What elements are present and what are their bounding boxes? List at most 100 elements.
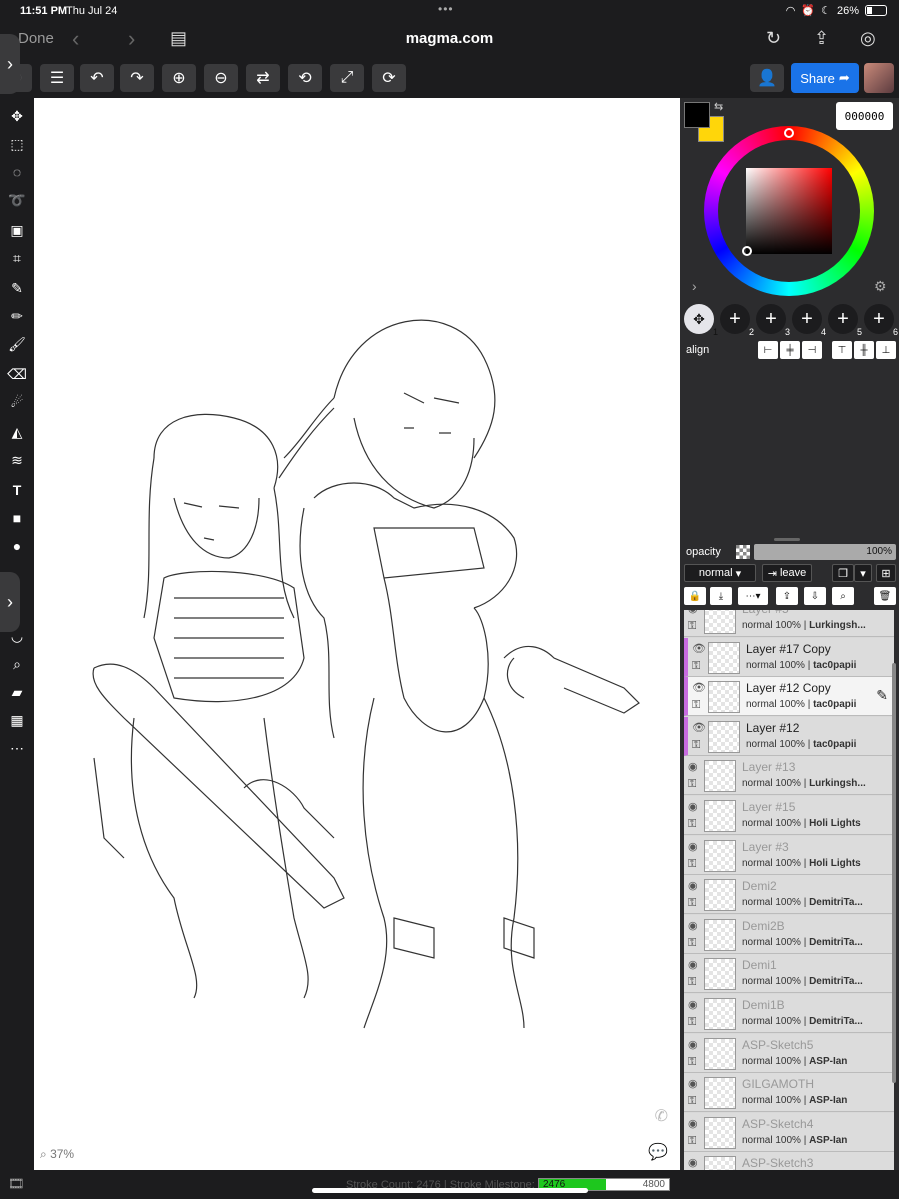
saturation-value-square[interactable]: [746, 168, 832, 254]
redo-icon[interactable]: ↷: [120, 64, 154, 92]
search-layers-icon[interactable]: ⌕: [832, 587, 854, 605]
sv-handle[interactable]: [742, 246, 752, 256]
transparency-lock-icon[interactable]: [736, 545, 750, 559]
align-center-icon[interactable]: ╪: [780, 341, 800, 359]
chat-bubble-icon[interactable]: 💬: [648, 1142, 668, 1162]
rect-select-icon[interactable]: ⬚: [4, 132, 30, 156]
align-right-icon[interactable]: ⊣: [802, 341, 822, 359]
multitask-dots-icon[interactable]: •••: [438, 2, 454, 16]
eye-icon[interactable]: 👁: [692, 721, 706, 734]
zoom-in-icon[interactable]: ⊕: [162, 64, 196, 92]
add-user-icon[interactable]: 👤: [750, 64, 784, 92]
duplicate-layer-icon[interactable]: ❐: [832, 564, 854, 582]
layer-list-scrollbar[interactable]: [892, 663, 896, 1083]
hue-handle[interactable]: [784, 128, 794, 138]
layer-row[interactable]: ◉ ⚿ Demi2B normal 100% | DemitriTa...: [684, 914, 894, 954]
pointer-slot-2[interactable]: +2: [720, 304, 754, 337]
smudge-icon[interactable]: ☄: [4, 390, 30, 414]
rotate-icon[interactable]: ⟲: [288, 64, 322, 92]
layer-lock-icon[interactable]: ⚿: [692, 699, 700, 712]
undo-icon[interactable]: ↶: [80, 64, 114, 92]
layer-row[interactable]: ◉ ⚿ Layer #3 normal 100% | Holi Lights: [684, 835, 894, 875]
layer-row[interactable]: ◉ ⚿ Layer #15 normal 100% | Holi Lights: [684, 796, 894, 835]
layer-lock-icon[interactable]: ⚿: [688, 778, 696, 791]
more-tools-icon[interactable]: ⋯: [4, 736, 30, 760]
layer-row[interactable]: ◉ ⚿ ASP-Sketch5 normal 100% | ASP-Ian: [684, 1033, 894, 1073]
zoom-out-icon[interactable]: ⊖: [204, 64, 238, 92]
move-tool-icon[interactable]: ✥: [4, 104, 30, 128]
eye-hidden-icon[interactable]: ◉: [688, 760, 698, 773]
perspective-icon[interactable]: ▦: [4, 708, 30, 732]
add-layer-icon[interactable]: ⊞: [876, 564, 896, 582]
paint-bucket-icon[interactable]: ◭: [4, 420, 30, 444]
eye-hidden-icon[interactable]: ◉: [688, 958, 698, 971]
pencil-icon[interactable]: ✏: [4, 304, 30, 328]
edit-layer-icon[interactable]: ✎: [876, 687, 888, 704]
layer-lock-icon[interactable]: ⚿: [688, 1135, 696, 1148]
delete-layer-icon[interactable]: 🗑: [874, 587, 896, 605]
url-label[interactable]: magma.com: [0, 30, 899, 47]
layer-row[interactable]: ◉ ⚿ GILGAMOTH normal 100% | ASP-Ian: [684, 1073, 894, 1113]
transform-icon[interactable]: ▣: [4, 218, 30, 242]
reset-view-icon[interactable]: ⟳: [372, 64, 406, 92]
fullscreen-icon[interactable]: ⤢: [330, 64, 364, 92]
drawing-canvas[interactable]: ⌕ 37% ✆ 💬: [34, 98, 680, 1170]
flip-icon[interactable]: ⇄: [246, 64, 280, 92]
layer-row[interactable]: 👁 ⚿ Layer #12 Copy normal 100% | tac0papii ✎: [684, 677, 894, 717]
align-left-icon[interactable]: ⊢: [758, 341, 778, 359]
blend-mode-select[interactable]: normal ▾: [684, 564, 756, 582]
crop-icon[interactable]: ⌗: [4, 246, 30, 270]
layer-lock-icon[interactable]: ⚿: [692, 660, 700, 673]
pointer-slot-6[interactable]: +6: [864, 304, 898, 337]
eye-hidden-icon[interactable]: ◉: [688, 998, 698, 1011]
pointer-slot-5[interactable]: +5: [828, 304, 862, 337]
menu-icon[interactable]: ☰: [40, 64, 74, 92]
eye-hidden-icon[interactable]: ◉: [688, 919, 698, 932]
layer-options-dropdown-icon[interactable]: ▾: [854, 564, 872, 582]
layer-row[interactable]: 👁 ⚿ Layer #17 Copy normal 100% | tac0papii: [684, 637, 894, 677]
merge-down-icon[interactable]: ⤓: [710, 587, 732, 605]
compass-icon[interactable]: ◎: [860, 28, 876, 49]
swap-colors-icon[interactable]: ⇆: [714, 100, 723, 113]
left-edge-handle-icon[interactable]: ›: [0, 34, 20, 94]
reload-icon[interactable]: ↻: [766, 28, 781, 49]
more-layer-actions-icon[interactable]: ⋯▾: [738, 587, 768, 605]
foreground-color-swatch[interactable]: [684, 102, 710, 128]
hue-wheel[interactable]: [704, 126, 874, 296]
eye-hidden-icon[interactable]: ◉: [688, 879, 698, 892]
import-layer-icon[interactable]: ⇪: [776, 587, 798, 605]
layer-row[interactable]: ◉ ⚿ Layer #5 normal 100% | Lurkingsh...: [684, 610, 894, 637]
gear-icon[interactable]: ⚙: [874, 278, 887, 295]
export-layer-icon[interactable]: ⇩: [804, 587, 826, 605]
home-indicator[interactable]: [312, 1188, 588, 1193]
timelapse-icon[interactable]: 🎞: [8, 1176, 25, 1192]
pointer-slot-1[interactable]: ✥ 1: [684, 304, 718, 337]
eyedropper-icon[interactable]: ✎: [4, 276, 30, 300]
hex-color-input[interactable]: 000000: [836, 102, 893, 130]
rectangle-tool-icon[interactable]: ■: [4, 506, 30, 530]
left-panel-handle-icon[interactable]: ›: [0, 572, 20, 632]
eye-hidden-icon[interactable]: ◉: [688, 1077, 698, 1090]
layer-lock-icon[interactable]: ⚿: [688, 976, 696, 989]
expand-chevron-icon[interactable]: ›: [692, 278, 697, 294]
layer-lock-icon[interactable]: ⚿: [688, 858, 696, 871]
align-middle-icon[interactable]: ╫: [854, 341, 874, 359]
layer-row[interactable]: ◉ ⚿ Demi1 normal 100% | DemitriTa...: [684, 954, 894, 994]
eye-hidden-icon[interactable]: ◉: [688, 840, 698, 853]
chat-icon[interactable]: ▰: [4, 680, 30, 704]
eye-icon[interactable]: 👁: [692, 681, 706, 694]
layer-row[interactable]: ◉ ⚿ Demi1B normal 100% | DemitriTa...: [684, 994, 894, 1033]
avatar[interactable]: [864, 63, 894, 93]
brush-icon[interactable]: 🖌: [4, 332, 30, 356]
eye-hidden-icon[interactable]: ◉: [688, 1156, 698, 1169]
layer-row[interactable]: ◉⚿ASP-Sketch3normal 100% | ASP-Ian: [684, 1152, 894, 1170]
pointer-slot-3[interactable]: +3: [756, 304, 790, 337]
eye-hidden-icon[interactable]: ◉: [688, 1117, 698, 1130]
layer-row[interactable]: 👁 ⚿ Layer #12 normal 100% | tac0papii: [684, 716, 894, 756]
opacity-slider[interactable]: 100%: [754, 544, 896, 560]
lock-layer-icon[interactable]: 🔒: [684, 587, 706, 605]
align-bottom-icon[interactable]: ⊥: [876, 341, 896, 359]
layer-lock-icon[interactable]: ⚿: [688, 1016, 696, 1029]
layer-lock-icon[interactable]: ⚿: [692, 739, 700, 752]
leave-group-button[interactable]: ⇥ leave: [762, 564, 812, 582]
